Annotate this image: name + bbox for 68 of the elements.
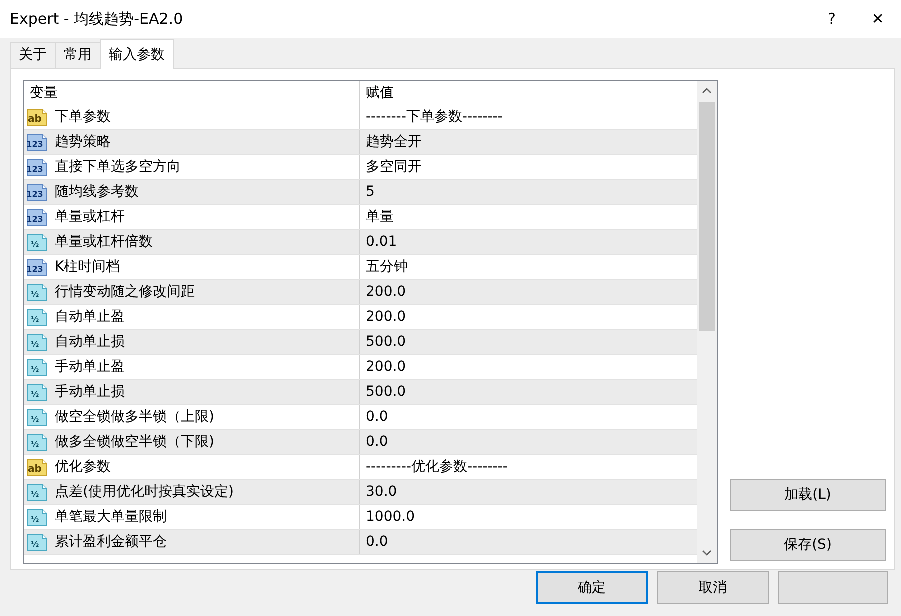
value-cell[interactable]: ---------优化参数--------	[360, 455, 697, 479]
column-header[interactable]: 变量	[24, 81, 360, 105]
variable-name: K柱时间档	[55, 258, 120, 276]
variable-name: 单量或杠杆	[55, 208, 125, 226]
scroll-thumb[interactable]	[699, 102, 715, 331]
value-cell[interactable]: --------下单参数--------	[360, 105, 697, 129]
cancel-button[interactable]: 取消	[657, 571, 769, 604]
value-cell[interactable]: 200.0	[360, 305, 697, 329]
type-icon: ½	[26, 282, 48, 302]
value-cell[interactable]: 趋势全开	[360, 130, 697, 154]
variable-name: 手动单止损	[55, 383, 125, 401]
type-icon: ab	[26, 108, 48, 126]
value-cell[interactable]: 0.0	[360, 530, 697, 554]
close-button[interactable]: ✕	[855, 10, 901, 28]
value-cell[interactable]: 200.0	[360, 355, 697, 379]
type-icon: ½	[26, 432, 48, 452]
variable-name: 点差(使用优化时按真实设定)	[55, 483, 234, 501]
tab[interactable]: 关于	[10, 42, 56, 68]
value-cell[interactable]: 0.01	[360, 230, 697, 254]
variable-name: 下单参数	[55, 108, 111, 126]
variable-name: 累计盈利金额平仓	[55, 533, 167, 551]
tab[interactable]: 输入参数	[100, 39, 174, 69]
value-cell[interactable]: 0.0	[360, 405, 697, 429]
column-header[interactable]: 赋值	[360, 81, 697, 105]
variable-name: 优化参数	[55, 458, 111, 476]
value-cell[interactable]: 200.0	[360, 280, 697, 304]
help-button[interactable]: ?	[809, 10, 855, 28]
value-cell[interactable]: 500.0	[360, 330, 697, 354]
value-cell[interactable]: 五分钟	[360, 255, 697, 279]
variable-name: 手动单止盈	[55, 358, 125, 376]
side-button[interactable]: 加载(L)	[730, 479, 886, 511]
type-icon: ab	[26, 458, 48, 476]
value-cell[interactable]: 0.0	[360, 430, 697, 454]
type-icon: ½	[26, 408, 48, 426]
type-icon: ½	[26, 358, 48, 376]
value-cell[interactable]: 5	[360, 180, 697, 204]
value-cell[interactable]: 1000.0	[360, 505, 697, 529]
window-title: Expert - 均线趋势-EA2.0	[10, 10, 184, 28]
type-icon: 123	[26, 182, 48, 202]
type-icon: ½	[26, 382, 48, 402]
type-icon: ½	[26, 308, 48, 326]
type-icon: 123	[26, 258, 48, 276]
variable-name: 单量或杠杆倍数	[55, 233, 153, 251]
value-cell[interactable]: 单量	[360, 205, 697, 229]
type-icon: ½	[26, 482, 48, 502]
ok-button[interactable]: 确定	[536, 571, 648, 604]
value-cell[interactable]: 30.0	[360, 480, 697, 504]
variable-name: 单笔最大单量限制	[55, 508, 167, 526]
blank-button[interactable]	[778, 571, 888, 604]
variable-name: 自动单止损	[55, 333, 125, 351]
type-icon: ½	[26, 508, 48, 526]
variable-name: 直接下单选多空方向	[55, 158, 181, 176]
variable-name: 随均线参考数	[55, 183, 139, 201]
type-icon: ½	[26, 232, 48, 252]
variable-name: 趋势策略	[55, 133, 111, 151]
type-icon: 123	[26, 158, 48, 176]
type-icon: 123	[26, 132, 48, 152]
side-button[interactable]: 保存(S)	[730, 529, 886, 561]
scrollbar[interactable]	[697, 81, 717, 563]
value-cell[interactable]: 多空同开	[360, 155, 697, 179]
variable-name: 自动单止盈	[55, 308, 125, 326]
type-icon: ½	[26, 332, 48, 352]
variable-name: 做空全锁做多半锁（上限)	[55, 408, 214, 426]
type-icon: 123	[26, 208, 48, 226]
variable-name: 行情变动随之修改间距	[55, 283, 195, 301]
variable-name: 做多全锁做空半锁（下限)	[55, 433, 214, 451]
value-cell[interactable]: 500.0	[360, 380, 697, 404]
type-icon: ½	[26, 532, 48, 552]
